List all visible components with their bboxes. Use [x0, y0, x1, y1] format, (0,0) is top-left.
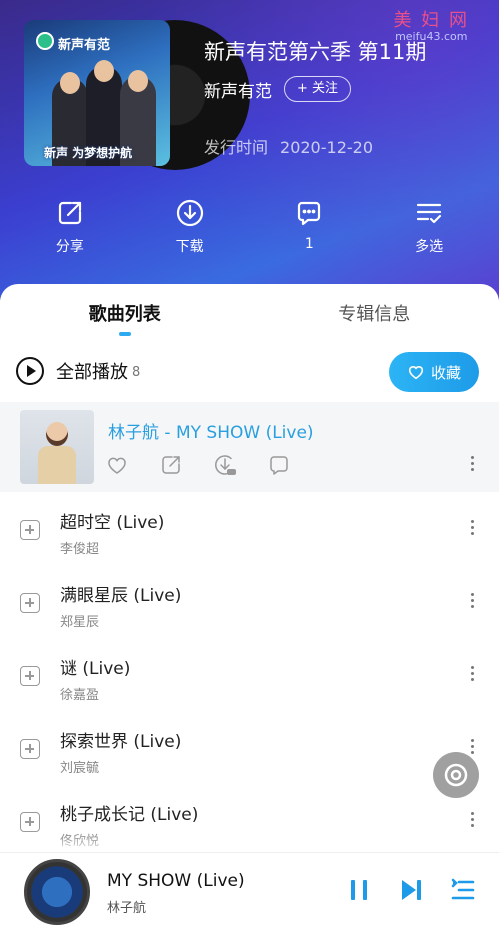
- comment-icon[interactable]: [268, 454, 290, 476]
- song-row[interactable]: 探索世界 (Live) 刘宸毓: [0, 711, 499, 784]
- play-all-label[interactable]: 全部播放: [56, 358, 128, 384]
- more-options-icon[interactable]: [469, 454, 475, 472]
- add-to-queue-icon[interactable]: [20, 593, 40, 613]
- next-icon[interactable]: [398, 877, 424, 903]
- collect-label: 收藏: [430, 363, 461, 382]
- play-all-row[interactable]: 全部播放 8 收藏: [0, 344, 499, 398]
- tab-album-info[interactable]: 专辑信息: [250, 284, 499, 344]
- tab-bar: 歌曲列表 专辑信息: [0, 284, 499, 344]
- song-artist: 刘宸毓: [60, 761, 100, 776]
- song-title: 探索世界 (Live): [60, 732, 182, 752]
- song-artist: 郑星辰: [60, 615, 100, 630]
- release-label: 发行时间: [204, 138, 269, 157]
- download-icon: [176, 199, 203, 227]
- mini-player[interactable]: MY SHOW (Live) 林子航: [0, 852, 499, 944]
- song-artist: 徐嘉盈: [60, 688, 100, 703]
- song-thumbnail: [20, 410, 94, 484]
- song-title: 超时空 (Live): [60, 513, 165, 533]
- action-bar: 分享 下载 1 多选: [0, 198, 499, 256]
- target-icon: [444, 763, 468, 787]
- add-to-queue-icon[interactable]: [20, 812, 40, 832]
- song-artist: 李俊超: [60, 542, 100, 557]
- pause-icon[interactable]: [346, 877, 372, 903]
- song-row[interactable]: 谜 (Live) 徐嘉盈: [0, 638, 499, 711]
- more-options-icon[interactable]: [469, 737, 475, 755]
- watermark-text: 美 妇 网: [393, 10, 469, 31]
- more-options-icon[interactable]: [469, 518, 475, 536]
- song-row[interactable]: 桃子成长记 (Live) 佟欣悦: [0, 784, 499, 857]
- multi-select-icon: [417, 203, 442, 224]
- song-row[interactable]: 满眼星辰 (Live) 郑星辰: [0, 565, 499, 638]
- add-to-queue-icon[interactable]: [20, 520, 40, 540]
- add-to-queue-icon[interactable]: [20, 666, 40, 686]
- player-artist: 林子航: [107, 901, 147, 916]
- song-title: 桃子成长记 (Live): [60, 805, 199, 825]
- song-row[interactable]: 超时空 (Live) 李俊超: [0, 492, 499, 565]
- vip-download-icon[interactable]: [214, 454, 236, 476]
- song-count: 8: [132, 364, 141, 380]
- collect-button[interactable]: 收藏: [389, 352, 479, 392]
- comment-button[interactable]: 1: [269, 198, 349, 256]
- download-label: 下载: [175, 239, 204, 255]
- heart-icon[interactable]: [106, 454, 128, 476]
- artist-row: 新声有范 + 关注: [204, 76, 352, 102]
- album-header: 美 妇 网 meifu43.com 新声有范 新声 为梦想护航 新声有范第六季 …: [0, 0, 499, 300]
- current-song-actions: [106, 454, 322, 476]
- play-icon[interactable]: [16, 357, 44, 385]
- content-panel: 歌曲列表 专辑信息 全部播放 8 收藏 林子航 - MY SHOW (Live): [0, 284, 499, 944]
- add-to-queue-icon[interactable]: [20, 739, 40, 759]
- player-album-art[interactable]: [24, 859, 90, 925]
- more-options-icon[interactable]: [469, 810, 475, 828]
- song-artist: 佟欣悦: [60, 834, 100, 849]
- multi-select-label: 多选: [415, 239, 444, 255]
- current-song-title: 林子航 - MY SHOW (Live): [108, 423, 314, 443]
- more-options-icon[interactable]: [469, 591, 475, 609]
- song-title: 满眼星辰 (Live): [60, 586, 182, 606]
- multi-select-button[interactable]: 多选: [389, 198, 469, 256]
- comment-count: 1: [304, 236, 314, 252]
- logo-icon: [36, 32, 54, 50]
- album-title: 新声有范第六季 第11期: [204, 40, 427, 64]
- current-song-row[interactable]: 林子航 - MY SHOW (Live): [0, 402, 499, 492]
- comment-icon: [298, 201, 321, 226]
- share-button[interactable]: 分享: [30, 198, 110, 256]
- share-label: 分享: [55, 239, 84, 255]
- release-info: 发行时间 2020-12-20: [204, 134, 373, 158]
- album-cover[interactable]: 新声有范 新声 为梦想护航: [24, 20, 170, 166]
- tab-indicator: [119, 332, 131, 336]
- download-button[interactable]: 下载: [150, 198, 230, 256]
- player-song-title: MY SHOW (Live): [107, 871, 245, 891]
- share-icon: [58, 201, 81, 225]
- song-title: 谜 (Live): [60, 659, 131, 679]
- more-options-icon[interactable]: [469, 664, 475, 682]
- heart-icon: [408, 366, 424, 380]
- share-icon[interactable]: [160, 454, 182, 476]
- playlist-icon[interactable]: [450, 877, 476, 903]
- cover-logo-text: 新声有范: [58, 38, 111, 53]
- floating-assistant-button[interactable]: [433, 752, 479, 798]
- cover-slogan: 新声 为梦想护航: [44, 146, 133, 160]
- follow-button[interactable]: + 关注: [284, 76, 352, 102]
- release-date: 2020-12-20: [280, 138, 373, 157]
- artist-name[interactable]: 新声有范: [204, 77, 272, 102]
